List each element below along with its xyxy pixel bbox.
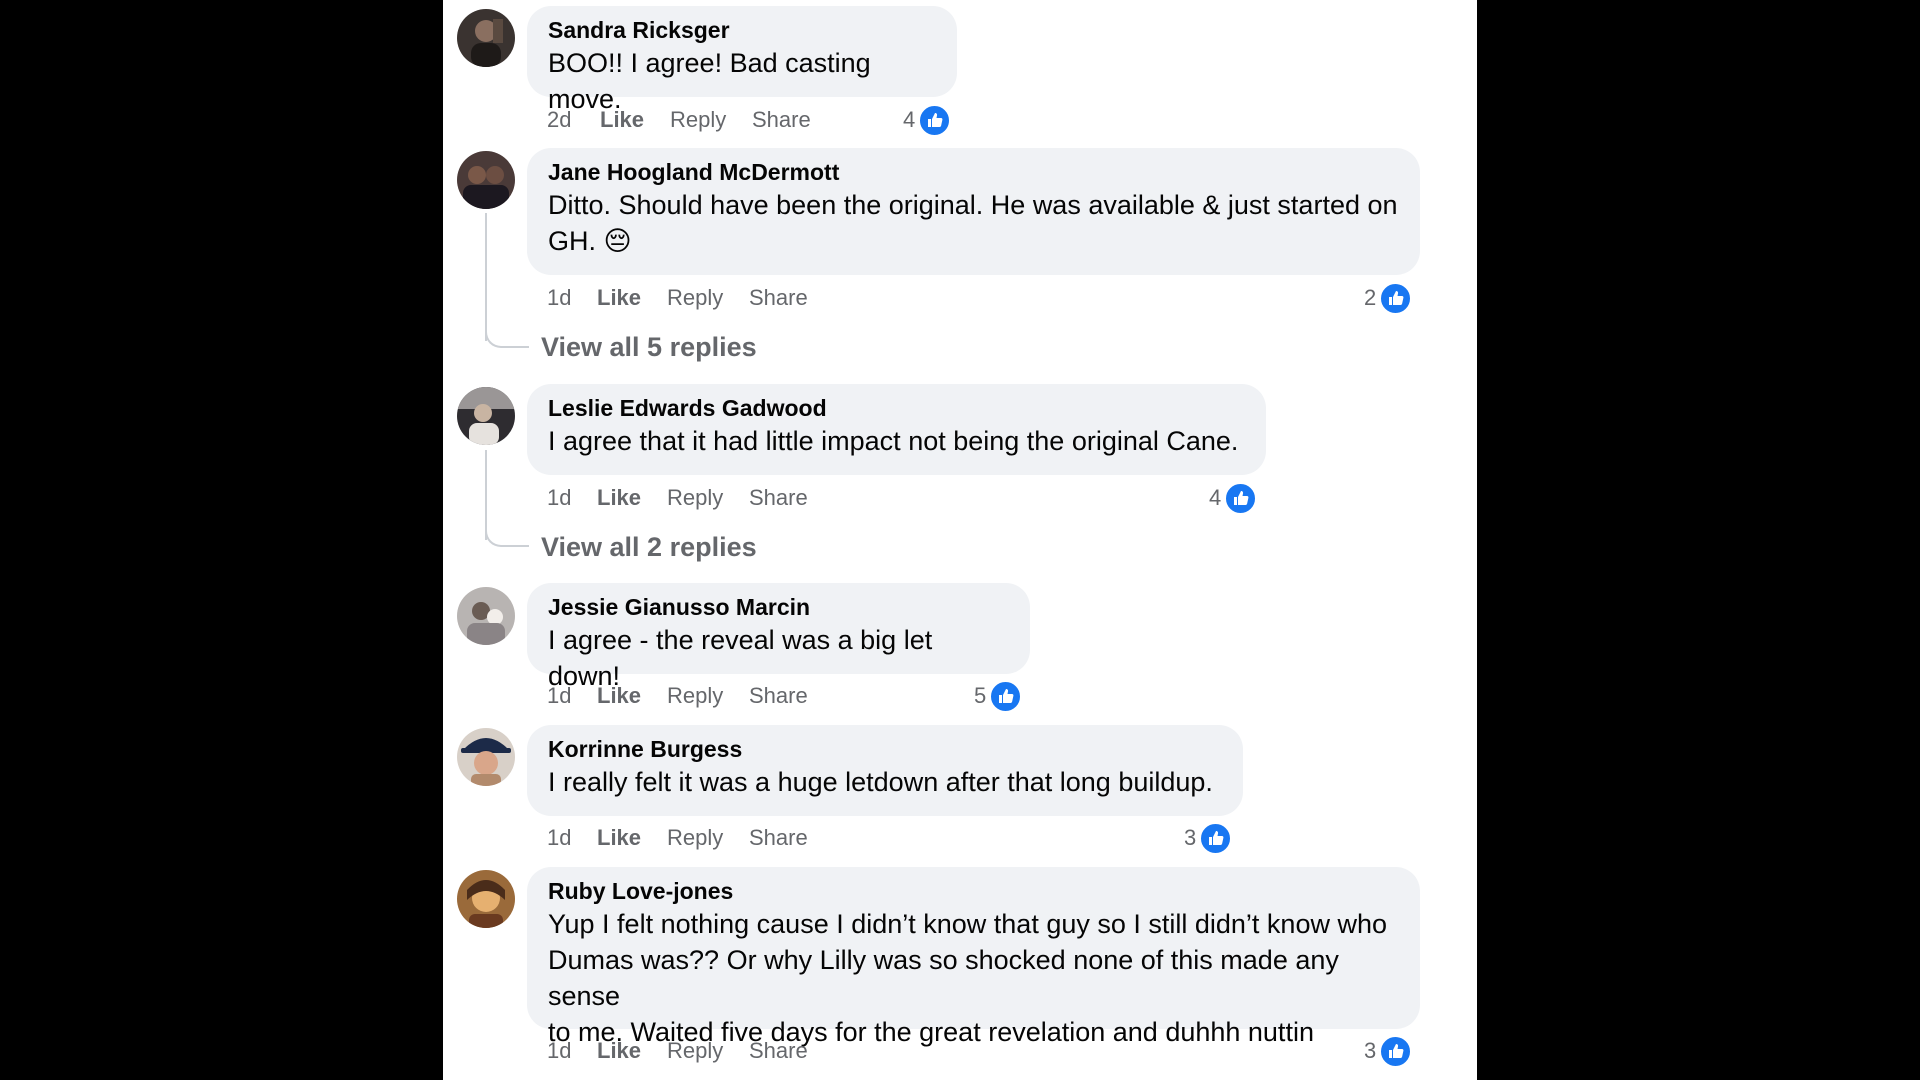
comment-actions: 1d Like Reply Share	[547, 1036, 847, 1066]
comment-bubble: Jane Hoogland McDermott Ditto. Should ha…	[527, 148, 1420, 275]
comment-text-line: I agree that it had little impact not be…	[548, 426, 1239, 456]
comment-bubble: Sandra Ricksger BOO!! I agree! Bad casti…	[527, 6, 957, 114]
reply-button[interactable]: Reply	[667, 1036, 723, 1066]
reaction-summary[interactable]: 3	[1364, 1034, 1413, 1068]
reaction-count: 3	[1364, 1038, 1377, 1063]
comment-timestamp[interactable]: 1d	[547, 681, 571, 711]
like-button[interactable]: Like	[597, 483, 641, 513]
like-button[interactable]: Like	[597, 283, 641, 313]
view-replies-link[interactable]: View all 5 replies	[541, 330, 757, 364]
comment-timestamp[interactable]: 2d	[547, 105, 571, 135]
reaction-count: 3	[1184, 825, 1197, 850]
like-button[interactable]: Like	[597, 681, 641, 711]
reply-button[interactable]: Reply	[667, 681, 723, 711]
comment-author[interactable]: Jane Hoogland McDermott	[548, 158, 1399, 187]
avatar[interactable]	[457, 387, 515, 445]
comments-panel: Sandra Ricksger BOO!! I agree! Bad casti…	[443, 0, 1477, 1080]
comment-author[interactable]: Korrinne Burgess	[548, 735, 1222, 764]
reaction-summary[interactable]: 3	[1184, 821, 1233, 855]
like-icon	[1379, 281, 1413, 315]
comment-timestamp[interactable]: 1d	[547, 283, 571, 313]
screen-background: Sandra Ricksger BOO!! I agree! Bad casti…	[0, 0, 1920, 1080]
comment-actions: 2d Like Reply Share	[547, 105, 847, 135]
reaction-count: 2	[1364, 285, 1377, 310]
like-icon	[1379, 1034, 1413, 1068]
avatar[interactable]	[457, 151, 515, 209]
comment-author[interactable]: Ruby Love-jones	[548, 877, 1399, 906]
comment-bubble: Jessie Gianusso Marcin I agree - the rev…	[527, 583, 1030, 691]
avatar[interactable]	[457, 9, 515, 67]
comment-text-line: GH. 😔	[548, 226, 632, 256]
comment-text-line: Dumas was?? Or why Lilly was so shocked …	[548, 945, 1339, 1011]
comment-actions: 1d Like Reply Share	[547, 681, 847, 711]
comment-author[interactable]: Jessie Gianusso Marcin	[548, 593, 1009, 622]
share-button[interactable]: Share	[749, 483, 808, 513]
like-button[interactable]: Like	[597, 1036, 641, 1066]
reply-button[interactable]: Reply	[670, 105, 726, 135]
like-icon	[918, 103, 952, 137]
view-replies-link[interactable]: View all 2 replies	[541, 530, 757, 564]
thread-connector	[485, 527, 529, 547]
like-icon	[1224, 481, 1258, 515]
comment-actions: 1d Like Reply Share	[547, 823, 847, 853]
like-button[interactable]: Like	[597, 823, 641, 853]
reaction-count: 4	[1209, 485, 1222, 510]
comment-actions: 1d Like Reply Share	[547, 283, 847, 313]
reaction-summary[interactable]: 5	[974, 679, 1023, 713]
share-button[interactable]: Share	[749, 823, 808, 853]
comment-author[interactable]: Sandra Ricksger	[548, 16, 936, 45]
reaction-summary[interactable]: 4	[903, 103, 952, 137]
like-icon	[989, 679, 1023, 713]
comment-bubble: Korrinne Burgess I really felt it was a …	[527, 725, 1243, 816]
reply-button[interactable]: Reply	[667, 823, 723, 853]
reaction-summary[interactable]: 2	[1364, 281, 1413, 315]
share-button[interactable]: Share	[749, 681, 808, 711]
reaction-summary[interactable]: 4	[1209, 481, 1258, 515]
comment-actions: 1d Like Reply Share	[547, 483, 847, 513]
comment-timestamp[interactable]: 1d	[547, 823, 571, 853]
comment-timestamp[interactable]: 1d	[547, 1036, 571, 1066]
comment-timestamp[interactable]: 1d	[547, 483, 571, 513]
comment-bubble: Ruby Love-jones Yup I felt nothing cause…	[527, 867, 1420, 1047]
like-icon	[1199, 821, 1233, 855]
comment-text-line: Yup I felt nothing cause I didn’t know t…	[548, 909, 1387, 939]
reaction-count: 5	[974, 683, 987, 708]
comment-author[interactable]: Leslie Edwards Gadwood	[548, 394, 1245, 423]
reply-button[interactable]: Reply	[667, 283, 723, 313]
comment-text-line: I really felt it was a huge letdown afte…	[548, 767, 1213, 797]
avatar[interactable]	[457, 870, 515, 928]
share-button[interactable]: Share	[749, 1036, 808, 1066]
comment-text-line: Ditto. Should have been the original. He…	[548, 190, 1398, 220]
like-button[interactable]: Like	[600, 105, 644, 135]
reply-button[interactable]: Reply	[667, 483, 723, 513]
comment-bubble: Leslie Edwards Gadwood I agree that it h…	[527, 384, 1266, 475]
thread-connector	[485, 213, 488, 341]
thread-connector	[485, 328, 529, 348]
avatar[interactable]	[457, 587, 515, 645]
share-button[interactable]: Share	[749, 283, 808, 313]
avatar[interactable]	[457, 728, 515, 786]
share-button[interactable]: Share	[752, 105, 811, 135]
reaction-count: 4	[903, 107, 916, 132]
